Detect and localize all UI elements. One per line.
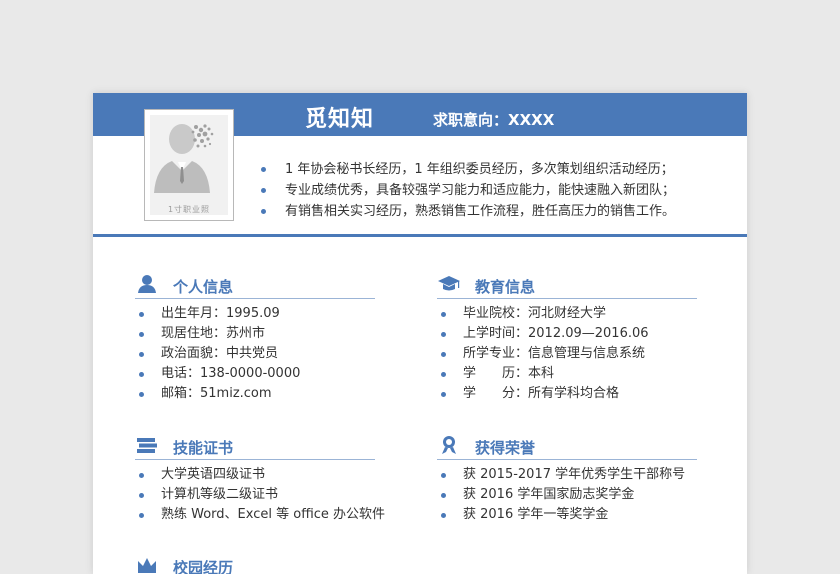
section-personal-info: 个人信息 出生年月：1995.09 现居住地：苏州市 政治面貌：中共党员 电话：…	[135, 274, 375, 404]
summary-item: 专业成绩优秀，具备较强学习能力和适应能力，能快速融入新团队；	[261, 180, 675, 201]
section-title: 获得荣誉	[475, 439, 536, 457]
bullet-dot	[261, 209, 266, 214]
bullet-dot	[441, 312, 446, 317]
list-item: 大学英语四级证书	[135, 465, 385, 485]
section-title: 校园经历	[173, 559, 234, 574]
item-text: 毕业院校：河北财经大学	[463, 306, 607, 321]
bullet-dot	[139, 312, 144, 317]
item-text: 所学专业：信息管理与信息系统	[463, 346, 646, 361]
list-item: 获 2015-2017 学年优秀学生干部称号	[437, 465, 697, 485]
bullet-dot	[441, 513, 446, 518]
section-title: 个人信息	[173, 278, 234, 296]
item-text: 政治面貌：中共党员	[161, 346, 279, 361]
section-header: 个人信息	[135, 274, 375, 299]
personal-info-list: 出生年月：1995.09 现居住地：苏州市 政治面貌：中共党员 电话：138-0…	[135, 304, 375, 404]
summary-list: 1 年协会秘书长经历，1 年组织委员经历，多次策划组织活动经历； 专业成绩优秀，…	[261, 159, 675, 222]
list-item: 获 2016 学年国家励志奖学金	[437, 485, 697, 505]
list-item: 出生年月：1995.09	[135, 304, 375, 324]
avatar-placeholder	[150, 115, 228, 215]
item-text: 学 分：所有学科均合格	[463, 386, 620, 401]
summary-text: 专业成绩优秀，具备较强学习能力和适应能力，能快速融入新团队；	[285, 183, 676, 198]
item-text: 获 2016 学年国家励志奖学金	[463, 487, 635, 502]
list-item: 熟练 Word、Excel 等 office 办公软件	[135, 505, 385, 525]
bullet-dot	[441, 493, 446, 498]
bullet-dot	[139, 513, 144, 518]
section-header: 获得荣誉	[437, 435, 697, 460]
item-text: 学 历：本科	[463, 366, 555, 381]
list-item: 政治面貌：中共党员	[135, 344, 375, 364]
bullet-dot	[261, 188, 266, 193]
section-header: 教育信息	[437, 274, 697, 299]
graduation-cap-icon	[438, 276, 460, 291]
item-text: 出生年月：1995.09	[161, 306, 280, 321]
summary-text: 有销售相关实习经历，熟悉销售工作流程，胜任高压力的销售工作。	[285, 204, 676, 219]
honors-list: 获 2015-2017 学年优秀学生干部称号 获 2016 学年国家励志奖学金 …	[437, 465, 697, 525]
person-icon	[138, 275, 156, 293]
books-icon	[137, 438, 157, 453]
skills-list: 大学英语四级证书 计算机等级二级证书 熟练 Word、Excel 等 offic…	[135, 465, 385, 525]
bullet-dot	[139, 392, 144, 397]
bullet-dot	[139, 352, 144, 357]
summary-item: 1 年协会秘书长经历，1 年组织委员经历，多次策划组织活动经历；	[261, 159, 675, 180]
item-text: 获 2016 学年一等奖学金	[463, 507, 609, 522]
list-item: 毕业院校：河北财经大学	[437, 304, 697, 324]
photo-caption: 1寸职业照	[167, 205, 211, 214]
section-header: 校园经历	[135, 555, 375, 574]
list-item: 邮箱：51miz.com	[135, 384, 375, 404]
list-item: 计算机等级二级证书	[135, 485, 385, 505]
resume-sheet: 觅知知 求职意向：XXXX 1寸职业照 1 年协会秘书长经历，1 年组织委员经历…	[93, 93, 747, 574]
education-list: 毕业院校：河北财经大学 上学时间：2012.09—2016.06 所学专业：信息…	[437, 304, 697, 404]
item-text: 上学时间：2012.09—2016.06	[463, 326, 649, 341]
section-skills: 技能证书 大学英语四级证书 计算机等级二级证书 熟练 Word、Excel 等 …	[135, 435, 385, 525]
item-text: 获 2015-2017 学年优秀学生干部称号	[463, 467, 686, 482]
bullet-dot	[261, 167, 266, 172]
bullet-dot	[139, 473, 144, 478]
crown-icon	[138, 558, 156, 573]
list-item: 现居住地：苏州市	[135, 324, 375, 344]
bullet-dot	[441, 473, 446, 478]
list-item: 所学专业：信息管理与信息系统	[437, 344, 697, 364]
bullet-dot	[139, 493, 144, 498]
item-text: 计算机等级二级证书	[161, 487, 279, 502]
item-text: 邮箱：51miz.com	[161, 386, 272, 401]
section-header: 技能证书	[135, 435, 375, 460]
list-item: 学 历：本科	[437, 364, 697, 384]
summary-item: 有销售相关实习经历，熟悉销售工作流程，胜任高压力的销售工作。	[261, 201, 675, 222]
section-title: 教育信息	[475, 278, 536, 296]
summary-text: 1 年协会秘书长经历，1 年组织委员经历，多次策划组织活动经历；	[285, 162, 674, 177]
bullet-dot	[139, 372, 144, 377]
job-intent: 求职意向：XXXX	[433, 111, 555, 129]
candidate-name: 觅知知	[305, 107, 375, 132]
section-campus: 校园经历	[135, 555, 375, 574]
item-text: 熟练 Word、Excel 等 office 办公软件	[161, 507, 386, 522]
list-item: 学 分：所有学科均合格	[437, 384, 697, 404]
section-honors: 获得荣誉 获 2015-2017 学年优秀学生干部称号 获 2016 学年国家励…	[437, 435, 697, 525]
bullet-dot	[441, 392, 446, 397]
list-item: 上学时间：2012.09—2016.06	[437, 324, 697, 344]
avatar-silhouette-icon	[150, 115, 228, 215]
bullet-dot	[441, 372, 446, 377]
photo-frame: 1寸职业照	[144, 109, 234, 221]
item-text: 电话：138-0000-0000	[161, 366, 301, 381]
item-text: 大学英语四级证书	[161, 467, 266, 482]
list-item: 获 2016 学年一等奖学金	[437, 505, 697, 525]
list-item: 电话：138-0000-0000	[135, 364, 375, 384]
item-text: 现居住地：苏州市	[161, 326, 266, 341]
header-divider	[93, 234, 747, 237]
bullet-dot	[441, 332, 446, 337]
section-title: 技能证书	[173, 439, 234, 457]
section-education: 教育信息 毕业院校：河北财经大学 上学时间：2012.09—2016.06 所学…	[437, 274, 697, 404]
medal-icon	[442, 436, 456, 454]
bullet-dot	[139, 332, 144, 337]
bullet-dot	[441, 352, 446, 357]
